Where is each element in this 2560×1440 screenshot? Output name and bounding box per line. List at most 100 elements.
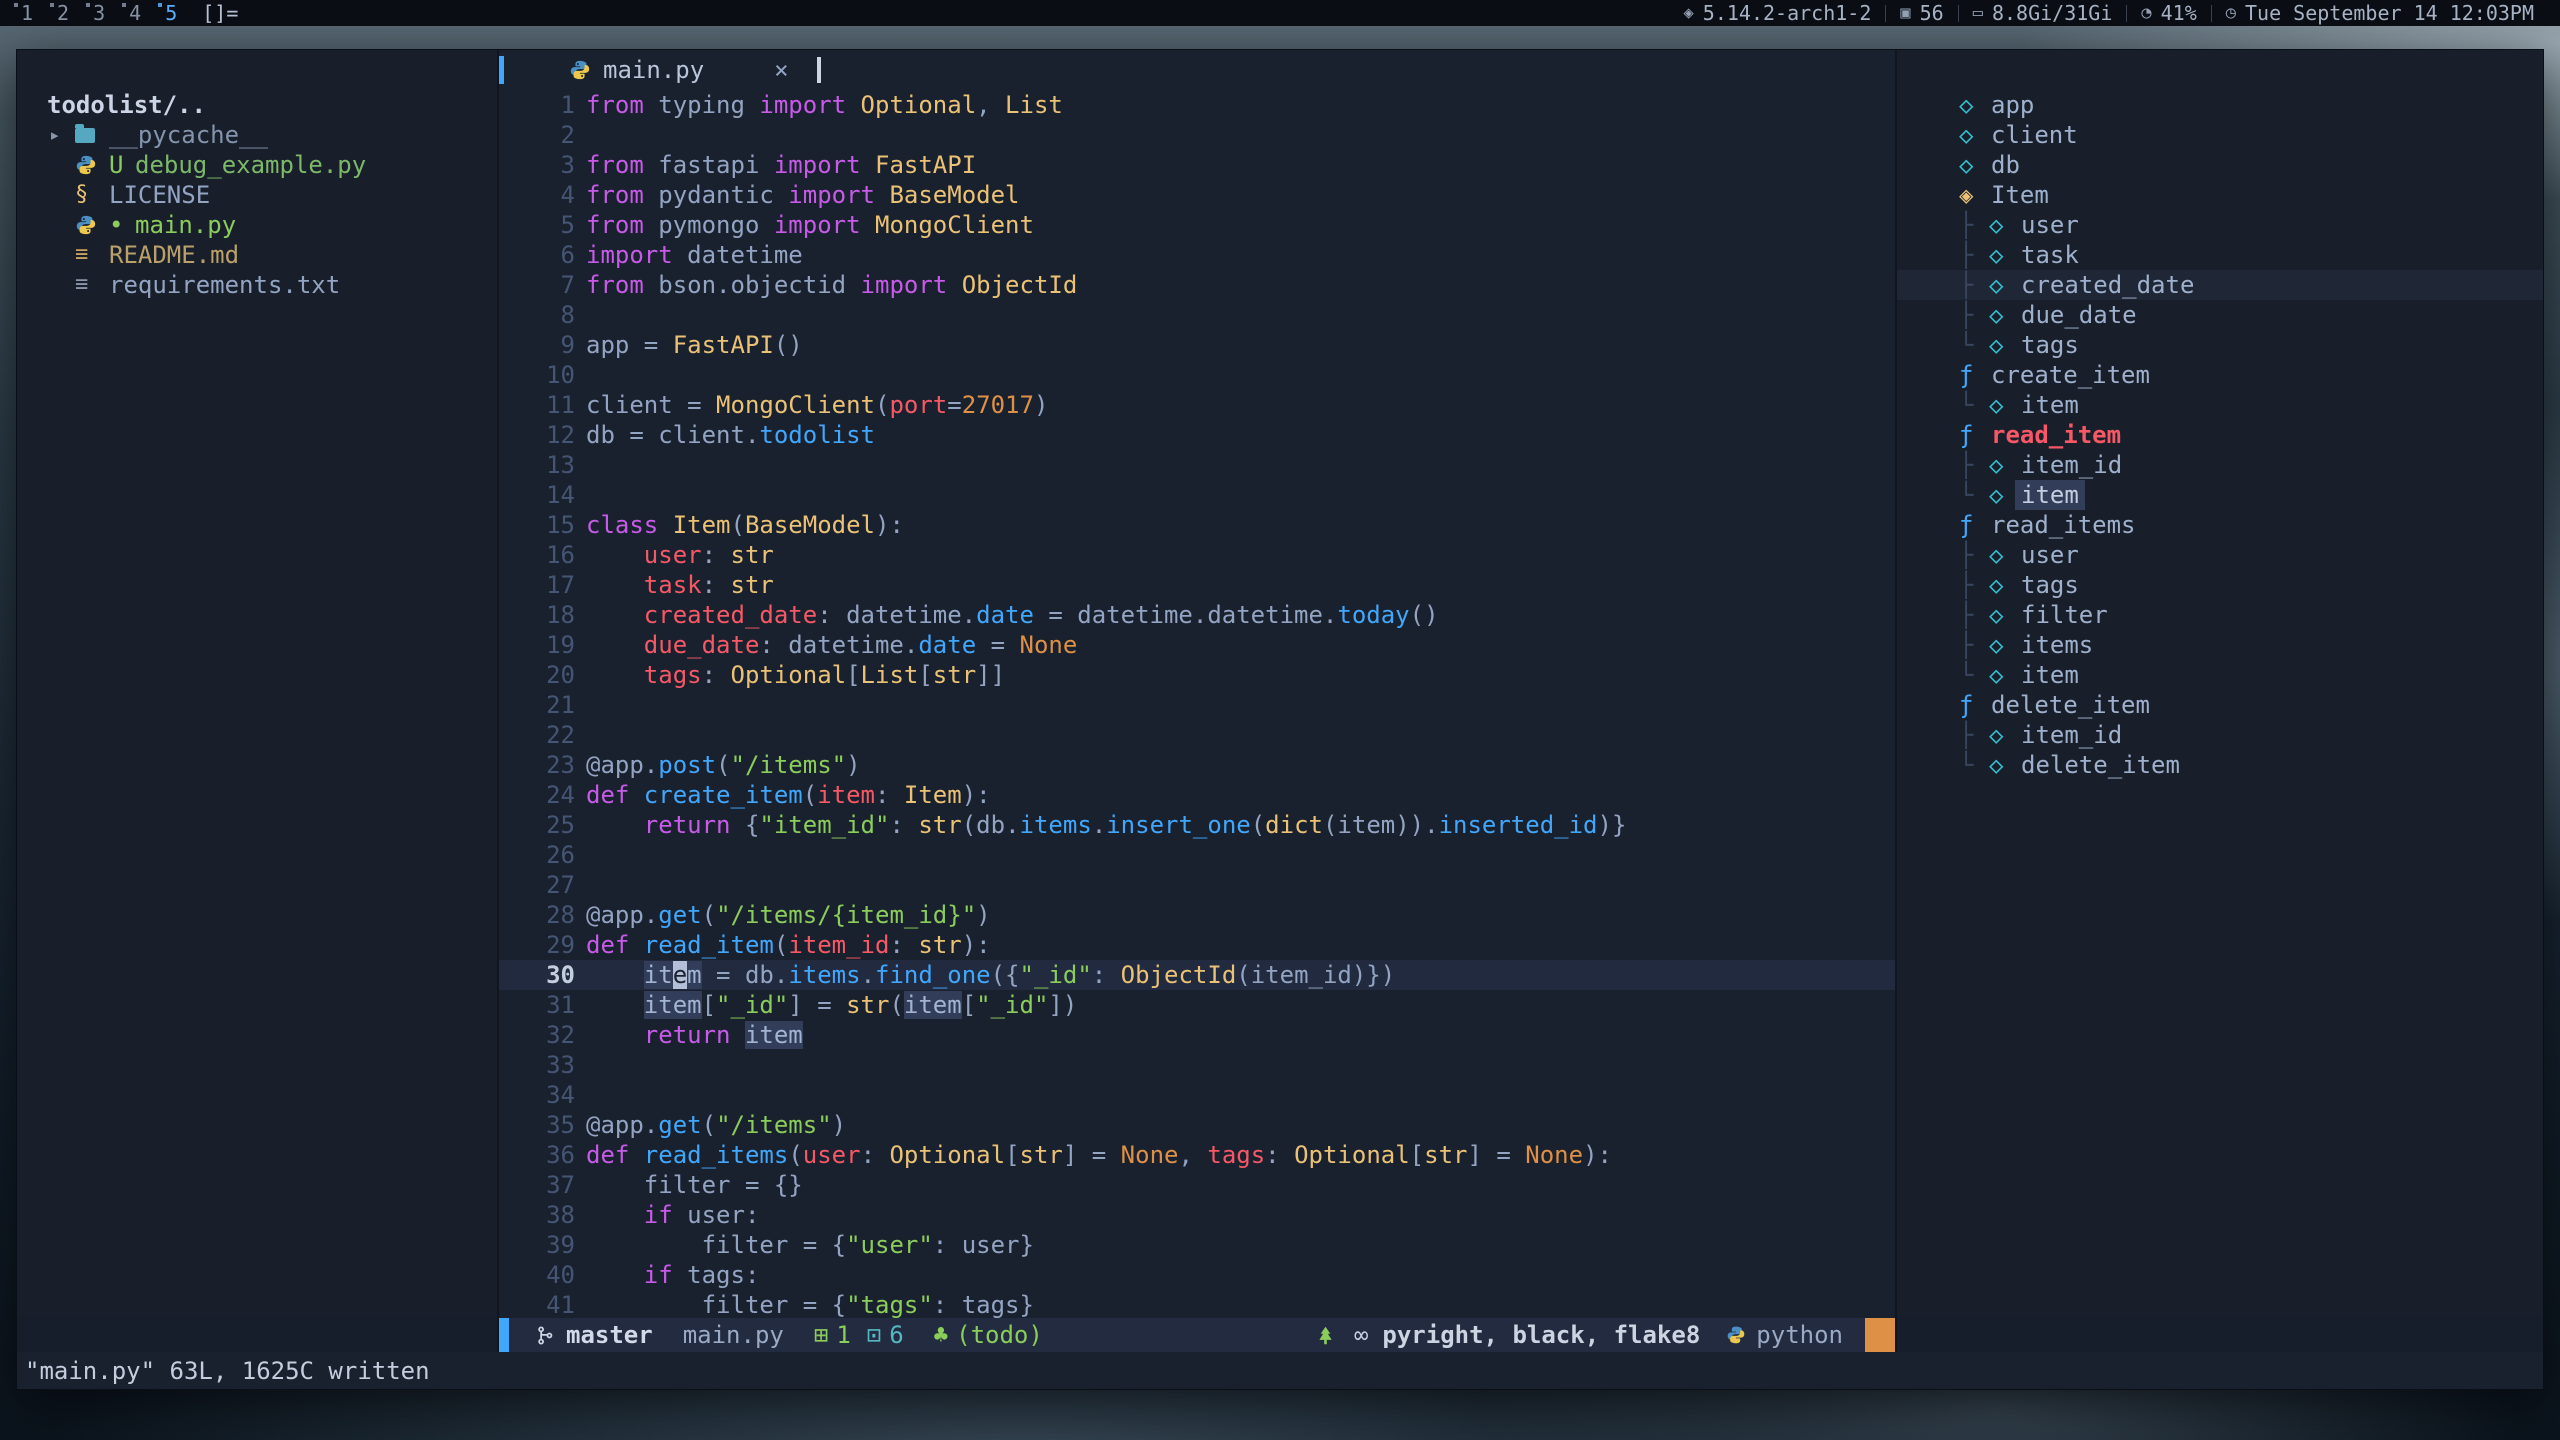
- workspace-tag-2[interactable]: 2: [48, 1, 78, 25]
- tree-item-LICENSE[interactable]: §LICENSE: [17, 180, 497, 210]
- symbol-user[interactable]: ├◇user: [1897, 540, 2543, 570]
- code-line-12[interactable]: 12db = client.todolist: [499, 420, 1895, 450]
- symbol-read_item[interactable]: ƒread_item: [1897, 420, 2543, 450]
- symbol-due_date[interactable]: ├◇due_date: [1897, 300, 2543, 330]
- code-line-19[interactable]: 19 due_date: datetime.date = None: [499, 630, 1895, 660]
- code-line-41[interactable]: 41 filter = {"tags": tags}: [499, 1290, 1895, 1318]
- code-line-15[interactable]: 15class Item(BaseModel):: [499, 510, 1895, 540]
- code-line-7[interactable]: 7from bson.objectid import ObjectId: [499, 270, 1895, 300]
- code-text: if user:: [586, 1200, 759, 1230]
- symbol-tags[interactable]: ├◇tags: [1897, 570, 2543, 600]
- symbol-item[interactable]: └◇item: [1897, 480, 2543, 510]
- code-line-26[interactable]: 26: [499, 840, 1895, 870]
- layout-indicator[interactable]: []=: [202, 1, 238, 25]
- code-line-38[interactable]: 38 if user:: [499, 1200, 1895, 1230]
- symbol-items[interactable]: ├◇items: [1897, 630, 2543, 660]
- highlighted-reference: it: [644, 961, 673, 989]
- code-line-16[interactable]: 16 user: str: [499, 540, 1895, 570]
- code-line-35[interactable]: 35@app.get("/items"): [499, 1110, 1895, 1140]
- code-line-37[interactable]: 37 filter = {}: [499, 1170, 1895, 1200]
- line-number: 15: [499, 510, 575, 540]
- chevron-right-icon[interactable]: ▸: [49, 120, 75, 150]
- code-line-20[interactable]: 20 tags: Optional[List[str]]: [499, 660, 1895, 690]
- class-icon: ◈: [1959, 180, 1991, 210]
- tree-root[interactable]: todolist/..: [17, 90, 497, 120]
- lsp-icon: ∞: [1354, 1321, 1368, 1349]
- system-status: ◈5.14.2-arch1-2▣56▭8.8Gi/31Gi◔41%◷Tue Se…: [1670, 5, 2548, 22]
- tree-item-__pycache__[interactable]: ▸__pycache__: [17, 120, 497, 150]
- code-line-31[interactable]: 31 item["_id"] = str(item["_id"]): [499, 990, 1895, 1020]
- variable-icon: ◇: [1989, 450, 2021, 480]
- tree-item-README.md[interactable]: ≡README.md: [17, 240, 497, 270]
- line-number: 6: [499, 240, 575, 270]
- line-number: 25: [499, 810, 575, 840]
- code-line-24[interactable]: 24def create_item(item: Item):: [499, 780, 1895, 810]
- desktop: { "topbar": { "workspaces": ["1","2","3"…: [0, 0, 2560, 1440]
- tree-item-requirements.txt[interactable]: ≡requirements.txt: [17, 270, 497, 300]
- code-line-18[interactable]: 18 created_date: datetime.date = datetim…: [499, 600, 1895, 630]
- code-line-39[interactable]: 39 filter = {"user": user}: [499, 1230, 1895, 1260]
- symbol-item[interactable]: └◇item: [1897, 660, 2543, 690]
- symbol-item_id[interactable]: ├◇item_id: [1897, 720, 2543, 750]
- code-text: return {"item_id": str(db.items.insert_o…: [586, 810, 1626, 840]
- code-line-2[interactable]: 2: [499, 120, 1895, 150]
- symbol-tags[interactable]: └◇tags: [1897, 330, 2543, 360]
- code-line-25[interactable]: 25 return {"item_id": str(db.items.inser…: [499, 810, 1895, 840]
- symbol-filter[interactable]: ├◇filter: [1897, 600, 2543, 630]
- tabline: main.py ×: [499, 50, 1895, 90]
- symbol-item[interactable]: └◇item: [1897, 390, 2543, 420]
- code-line-29[interactable]: 29def read_item(item_id: str):: [499, 930, 1895, 960]
- code-line-17[interactable]: 17 task: str: [499, 570, 1895, 600]
- symbol-Item[interactable]: ◈Item: [1897, 180, 2543, 210]
- code-line-28[interactable]: 28@app.get("/items/{item_id}"): [499, 900, 1895, 930]
- tree-connector: ├: [1959, 270, 1989, 300]
- code-line-10[interactable]: 10: [499, 360, 1895, 390]
- tree-item-main.py[interactable]: •main.py: [17, 210, 497, 240]
- workspace-tag-1[interactable]: 1: [12, 1, 42, 25]
- status-text: 8.8Gi/31Gi: [1992, 1, 2112, 25]
- symbol-delete_item[interactable]: └◇delete_item: [1897, 750, 2543, 780]
- close-icon[interactable]: ×: [774, 56, 788, 84]
- workspace-tag-4[interactable]: 4: [120, 1, 150, 25]
- code-line-6[interactable]: 6import datetime: [499, 240, 1895, 270]
- symbol-item_id[interactable]: ├◇item_id: [1897, 450, 2543, 480]
- code-line-33[interactable]: 33: [499, 1050, 1895, 1080]
- code-line-9[interactable]: 9app = FastAPI(): [499, 330, 1895, 360]
- statusline-left: master main.py ⊞1 ⊡6 ♣(todo): [535, 1321, 1043, 1349]
- code-editor[interactable]: 1from typing import Optional, List23from…: [499, 90, 1895, 1318]
- code-line-34[interactable]: 34: [499, 1080, 1895, 1110]
- code-line-14[interactable]: 14: [499, 480, 1895, 510]
- code-line-23[interactable]: 23@app.post("/items"): [499, 750, 1895, 780]
- code-line-1[interactable]: 1from typing import Optional, List: [499, 90, 1895, 120]
- code-line-8[interactable]: 8: [499, 300, 1895, 330]
- code-line-3[interactable]: 3from fastapi import FastAPI: [499, 150, 1895, 180]
- code-line-21[interactable]: 21: [499, 690, 1895, 720]
- code-line-22[interactable]: 22: [499, 720, 1895, 750]
- workspace-tag-3[interactable]: 3: [84, 1, 114, 25]
- buffer-tab[interactable]: main.py ×: [569, 56, 789, 84]
- code-line-32[interactable]: 32 return item: [499, 1020, 1895, 1050]
- symbol-db[interactable]: ◇db: [1897, 150, 2543, 180]
- code-line-27[interactable]: 27: [499, 870, 1895, 900]
- code-line-30[interactable]: 30 item = db.items.find_one({"_id": Obje…: [499, 960, 1895, 990]
- symbol-read_items[interactable]: ƒread_items: [1897, 510, 2543, 540]
- code-line-5[interactable]: 5from pymongo import MongoClient: [499, 210, 1895, 240]
- code-line-36[interactable]: 36def read_items(user: Optional[str] = N…: [499, 1140, 1895, 1170]
- code-line-4[interactable]: 4from pydantic import BaseModel: [499, 180, 1895, 210]
- symbol-task[interactable]: ├◇task: [1897, 240, 2543, 270]
- file-name: LICENSE: [109, 180, 210, 210]
- symbol-created_date[interactable]: ├◇created_date: [1897, 270, 2543, 300]
- code-line-13[interactable]: 13: [499, 450, 1895, 480]
- symbol-client[interactable]: ◇client: [1897, 120, 2543, 150]
- code-line-11[interactable]: 11client = MongoClient(port=27017): [499, 390, 1895, 420]
- symbol-app[interactable]: ◇app: [1897, 90, 2543, 120]
- workspace-tag-5[interactable]: 5: [156, 1, 186, 25]
- symbol-delete_item[interactable]: ƒdelete_item: [1897, 690, 2543, 720]
- symbol-user[interactable]: ├◇user: [1897, 210, 2543, 240]
- line-number: 32: [499, 1020, 575, 1050]
- symbol-create_item[interactable]: ƒcreate_item: [1897, 360, 2543, 390]
- tree-item-debug_example.py[interactable]: Udebug_example.py: [17, 150, 497, 180]
- line-number: 22: [499, 720, 575, 750]
- function-icon: ƒ: [1959, 360, 1991, 390]
- code-line-40[interactable]: 40 if tags:: [499, 1260, 1895, 1290]
